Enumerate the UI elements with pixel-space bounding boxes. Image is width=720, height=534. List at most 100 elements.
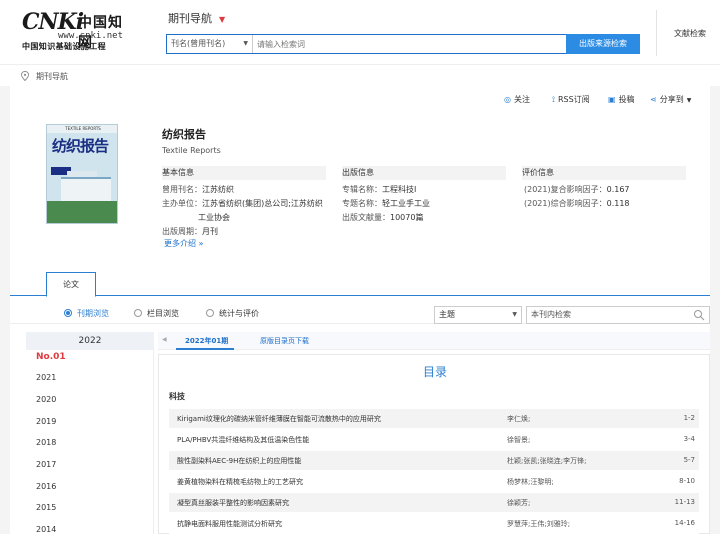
rss-label: RSS订阅 [557,95,590,104]
more-intro-link[interactable]: 更多介绍 » [164,238,203,249]
special-name-label: 专辑名称： [342,185,382,194]
cover-title: 纺织报告 [52,137,109,155]
former-name-label: 曾用刊名： [162,185,202,194]
doc-count-label: 出版文献量： [342,213,390,222]
journal-cover[interactable]: TEXTILE REPORTS 纺织报告 [46,124,118,224]
rss-button[interactable]: ⟟ RSS订阅 [552,94,590,105]
year-item[interactable]: 2021 [36,373,56,382]
source-search-button[interactable]: 出版来源检索 [566,34,640,54]
year-item[interactable]: 2015 [36,503,56,512]
in-journal-search-input[interactable]: 本刊内检索 [526,306,710,324]
submit-label: 投稿 [618,95,635,104]
follow-label: 关注 [513,95,530,104]
sponsor-value-2: 工业协会 [198,213,230,222]
caret-down-icon: ▼ [243,40,248,47]
article-title-link[interactable]: PLA/PHBV共混纤维结构及其低温染色性能 [177,435,309,445]
journal-title-en: Textile Reports [162,146,221,155]
article-pages: 1-2 [683,414,695,422]
follow-button[interactable]: ◎ 关注 [504,94,530,105]
table-row: 抗静电面料服用性能测试分析研究 罗慧萍;王伟;刘雅玲; 14-16 [169,514,699,534]
former-name-value: 江苏纺织 [202,185,234,194]
article-title-link[interactable]: 酸性副染料AEC-9H在纺织上的应用性能 [177,456,301,466]
period-label: 出版周期： [162,227,202,236]
article-authors[interactable]: 罗慧萍;王伟;刘雅玲; [507,519,570,529]
issue-tab-current[interactable]: 2022年01期 [185,336,228,346]
table-row: 凝型真丝服装平整性的影响因素研究 徐颖芳; 11-13 [169,493,699,513]
year-item[interactable]: 2019 [36,417,56,426]
journal-title: 纺织报告 [162,128,206,141]
journal-nav-label: 期刊导航 [168,12,212,25]
article-pages: 5-7 [683,456,695,464]
literature-search-link[interactable]: 文献检索 [674,28,706,39]
impact-factor-row-1: (2021)复合影响因子：0.167 [524,182,630,197]
article-authors[interactable]: 徐智景; [507,435,530,445]
impact-factor-value-1: 0.167 [606,185,630,194]
rss-icon: ⟟ [552,95,555,104]
eye-icon: ◎ [504,95,511,104]
cover-top-text: TEXTILE REPORTS [47,125,117,133]
location-pin-icon [21,71,29,81]
sponsor-row-2: 工业协会 [198,210,230,225]
year-item[interactable]: 2020 [36,395,56,404]
year-item[interactable]: 2017 [36,460,56,469]
table-row: Kirigami纹理化的碳纳米管纤维薄膜在智能可流散热中的应用研究 李仁焕; 1… [169,409,699,429]
publication-info-heading: 出版信息 [342,166,506,180]
impact-factor-label-2: (2021)综合影响因子： [524,199,607,208]
period-value: 月刊 [202,227,218,236]
content-tabs: 论文 [10,272,710,297]
article-authors[interactable]: 徐颖芳; [507,498,530,508]
search-field-label: 刊名(曾用刊名) [171,39,226,48]
search-field-select[interactable]: 刊名(曾用刊名) ▼ [167,35,253,53]
article-title-link[interactable]: 凝型真丝服装平整性的影响因素研究 [177,498,289,508]
article-title-link[interactable]: 抗静电面料服用性能测试分析研究 [177,519,282,529]
breadcrumb: 期刊导航 [0,64,720,86]
cover-building [61,177,111,201]
arrow-left-icon[interactable]: ◀ [162,336,167,343]
radio-stats[interactable]: 统计与评价 [206,308,259,319]
share-button[interactable]: ⋖ 分享到 ▼ [650,94,691,105]
radio-by-issue[interactable]: 刊期浏览 [64,308,109,319]
radio-by-issue-label: 刊期浏览 [77,309,109,318]
sponsor-label: 主办单位： [162,199,202,208]
download-toc-link[interactable]: 原版目录页下载 [260,336,309,346]
special-name-value: 工程科技I [382,185,417,194]
year-item[interactable]: 2018 [36,438,56,447]
topic-select-value: 主题 [439,310,455,319]
search-icon[interactable] [693,309,705,321]
year-current[interactable]: 2022 [26,332,154,350]
cnki-logo[interactable]: CNKi 中国知网 www.cnki.net 中国知识基础设施工程 [22,9,134,51]
article-authors[interactable]: 李仁焕; [507,414,530,424]
journal-nav-dropdown[interactable]: 期刊导航 ▼ [168,10,225,26]
topic-select[interactable]: 主题 ▼ [434,306,522,324]
action-bar: ◎ 关注 ⟟ RSS订阅 ▣ 投稿 ⋖ 分享到 ▼ [10,94,710,108]
radio-by-column[interactable]: 栏目浏览 [134,308,179,319]
article-authors[interactable]: 杜颖;张凯;张晓连;李万锋; [507,456,586,466]
active-tab-indicator [176,348,234,350]
radio-checked-icon [64,309,72,317]
submit-icon: ▣ [608,95,616,104]
share-label: 分享到 [659,95,684,104]
search-input[interactable] [255,35,565,53]
article-title-link[interactable]: Kirigami纹理化的碳纳米管纤维薄膜在智能可流散热中的应用研究 [177,414,381,424]
caret-down-icon: ▼ [512,311,517,318]
article-pages: 8-10 [679,477,695,485]
table-row: 酸性副染料AEC-9H在纺织上的应用性能 杜颖;张凯;张晓连;李万锋; 5-7 [169,451,699,471]
issue-current[interactable]: No.01 [36,352,66,362]
tab-papers[interactable]: 论文 [46,272,96,297]
top-bar: CNKi 中国知网 www.cnki.net 中国知识基础设施工程 期刊导航 ▼ … [0,0,720,64]
radio-stats-label: 统计与评价 [219,309,259,318]
topic-name-value: 轻工业手工业 [382,199,430,208]
article-authors[interactable]: 杨梦林;汪黎明; [507,477,554,487]
breadcrumb-item[interactable]: 期刊导航 [36,71,68,82]
year-item[interactable]: 2016 [36,482,56,491]
year-item[interactable]: 2014 [36,525,56,534]
article-pages: 14-16 [674,519,695,527]
submit-button[interactable]: ▣ 投稿 [608,94,635,105]
year-sidebar: 2022 No.01 2021 2020 2019 2018 2017 2016… [26,332,154,534]
divider [656,10,657,56]
cover-grass [47,201,117,223]
caret-down-icon: ▼ [686,97,692,104]
period-row: 出版周期：月刊 [162,224,218,239]
issue-content: ◀ 2022年01期 原版目录页下载 目录 科技 Kirigami纹理化的碳纳米… [158,332,710,534]
article-title-link[interactable]: 姜黄植物染料在精梳毛纺物上的工艺研究 [177,477,303,487]
